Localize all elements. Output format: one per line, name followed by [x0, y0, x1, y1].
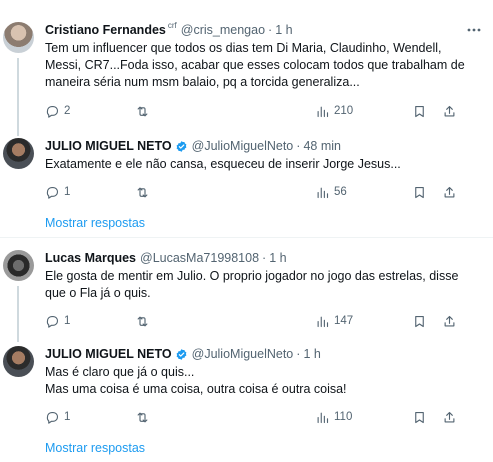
- views-button[interactable]: 147: [315, 312, 353, 330]
- separator-dot: ·: [262, 251, 267, 265]
- views-icon: [317, 412, 329, 423]
- tweet-actions: 1 56: [45, 183, 475, 201]
- avatar[interactable]: [3, 22, 34, 53]
- reply-count: 2: [64, 105, 71, 117]
- retweet-icon: [137, 316, 148, 326]
- thread-line: [17, 58, 19, 136]
- timestamp[interactable]: 48 min: [303, 138, 341, 154]
- separator-dot: ·: [296, 139, 301, 153]
- tweet-text-line: Mas uma coisa é uma coisa, outra coisa é…: [45, 382, 347, 396]
- reply-count: 1: [64, 411, 71, 423]
- retweet-button[interactable]: [135, 312, 154, 330]
- verified-badge-icon: [176, 140, 187, 152]
- tweet-actions: 1 147: [45, 312, 475, 330]
- verified-badge-icon: [176, 348, 187, 360]
- author-name[interactable]: Lucas Marques: [45, 250, 136, 266]
- share-icon: [444, 186, 455, 197]
- author-name[interactable]: JULIO MIGUEL NETO: [45, 138, 172, 154]
- reply-icon: [46, 411, 59, 424]
- author-handle[interactable]: @cris_mengao: [181, 22, 265, 38]
- bookmark-icon: [415, 105, 424, 117]
- views-icon: [317, 316, 329, 327]
- retweet-button[interactable]: [135, 183, 154, 201]
- tweet-text-line: Ele gosta de mentir em Julio. O proprio …: [45, 269, 459, 283]
- reply-count: 1: [64, 315, 71, 327]
- tweet-text-line: que o Fla já o quis.: [45, 286, 151, 300]
- reply-button[interactable]: 2: [45, 102, 70, 120]
- tweet-text-line: Messi, CR7...Foda isso, acabar que esses…: [45, 58, 465, 72]
- views-count: 110: [334, 411, 353, 423]
- like-icon: [225, 104, 240, 119]
- tweet-text: Mas é claro que já o quis... Mas uma coi…: [45, 364, 475, 398]
- bookmark-icon: [415, 411, 424, 423]
- reply-icon: [46, 105, 59, 118]
- tweet-text-line: Tem um influencer que todos os dias tem …: [45, 41, 442, 55]
- author-handle[interactable]: @JulioMiguelNeto: [192, 138, 294, 154]
- views-count: 147: [334, 315, 354, 327]
- views-button[interactable]: 210: [315, 102, 353, 120]
- tweet-header: Lucas Marques @LucasMa71998108 · 1 h: [45, 250, 287, 266]
- reply-icon: [46, 315, 59, 328]
- share-button[interactable]: [442, 408, 457, 426]
- tweet-text: Tem um influencer que todos os dias tem …: [45, 40, 475, 91]
- reply-button[interactable]: 1: [45, 183, 70, 201]
- bookmark-button[interactable]: [412, 102, 427, 120]
- avatar[interactable]: [3, 346, 34, 377]
- reply-count: 1: [64, 186, 71, 198]
- tweet-actions: 2 210: [45, 102, 475, 120]
- author-handle[interactable]: @LucasMa71998108: [140, 250, 259, 266]
- tweet-text: Exatamente e ele não cansa, esqueceu de …: [45, 156, 475, 173]
- share-button[interactable]: [442, 102, 457, 120]
- share-icon: [444, 315, 455, 326]
- retweet-button[interactable]: [135, 408, 154, 426]
- name-suffix: crf: [167, 21, 177, 30]
- tweet-text-line: Exatamente e ele não cansa, esqueceu de …: [45, 157, 401, 171]
- timestamp[interactable]: 1 h: [269, 250, 286, 266]
- tweet-text: Ele gosta de mentir em Julio. O proprio …: [45, 268, 475, 302]
- author-name[interactable]: JULIO MIGUEL NETO: [45, 346, 172, 362]
- reply-button[interactable]: 1: [45, 408, 70, 426]
- timestamp[interactable]: 1 h: [275, 22, 292, 38]
- avatar[interactable]: [3, 250, 34, 281]
- reply-icon: [46, 186, 59, 199]
- views-button[interactable]: 56: [315, 183, 347, 201]
- reply-button[interactable]: 1: [45, 312, 70, 330]
- tweet-header: Cristiano Fernandes crf @cris_mengao · 1…: [45, 21, 293, 38]
- views-count: 56: [334, 186, 347, 198]
- thread-line: [17, 286, 19, 342]
- views-count: 210: [334, 105, 354, 117]
- separator-dot: ·: [268, 23, 273, 37]
- divider: [0, 237, 493, 238]
- show-replies-link[interactable]: Mostrar respostas: [45, 441, 145, 455]
- tweet-text-line: maneira séria num msm balaio, pq a torci…: [45, 75, 360, 89]
- author-name[interactable]: Cristiano Fernandes: [45, 22, 166, 38]
- share-icon: [444, 105, 455, 116]
- views-icon: [317, 106, 329, 117]
- more-icon[interactable]: [465, 22, 483, 38]
- retweet-button[interactable]: [135, 102, 154, 120]
- retweet-icon: [137, 106, 148, 116]
- tweet-header: JULIO MIGUEL NETO @JulioMiguelNeto · 48 …: [45, 138, 341, 154]
- share-button[interactable]: [442, 183, 457, 201]
- separator-dot: ·: [296, 347, 301, 361]
- timestamp[interactable]: 1 h: [303, 346, 320, 362]
- bookmark-button[interactable]: [412, 183, 427, 201]
- bookmark-icon: [415, 186, 424, 198]
- views-button[interactable]: 110: [315, 408, 352, 426]
- show-replies-link[interactable]: Mostrar respostas: [45, 216, 145, 230]
- views-icon: [317, 187, 329, 198]
- share-icon: [444, 411, 455, 422]
- retweet-icon: [137, 187, 148, 197]
- like-button[interactable]: [225, 102, 240, 120]
- tweet-header: JULIO MIGUEL NETO @JulioMiguelNeto · 1 h: [45, 346, 321, 362]
- retweet-icon: [137, 412, 148, 422]
- avatar[interactable]: [3, 138, 34, 169]
- author-handle[interactable]: @JulioMiguelNeto: [192, 346, 294, 362]
- tweet-text-line: Mas é claro que já o quis...: [45, 365, 195, 379]
- share-button[interactable]: [442, 312, 457, 330]
- bookmark-button[interactable]: [412, 312, 427, 330]
- bookmark-button[interactable]: [412, 408, 427, 426]
- bookmark-icon: [415, 315, 424, 327]
- tweet-actions: 1 110: [45, 408, 475, 426]
